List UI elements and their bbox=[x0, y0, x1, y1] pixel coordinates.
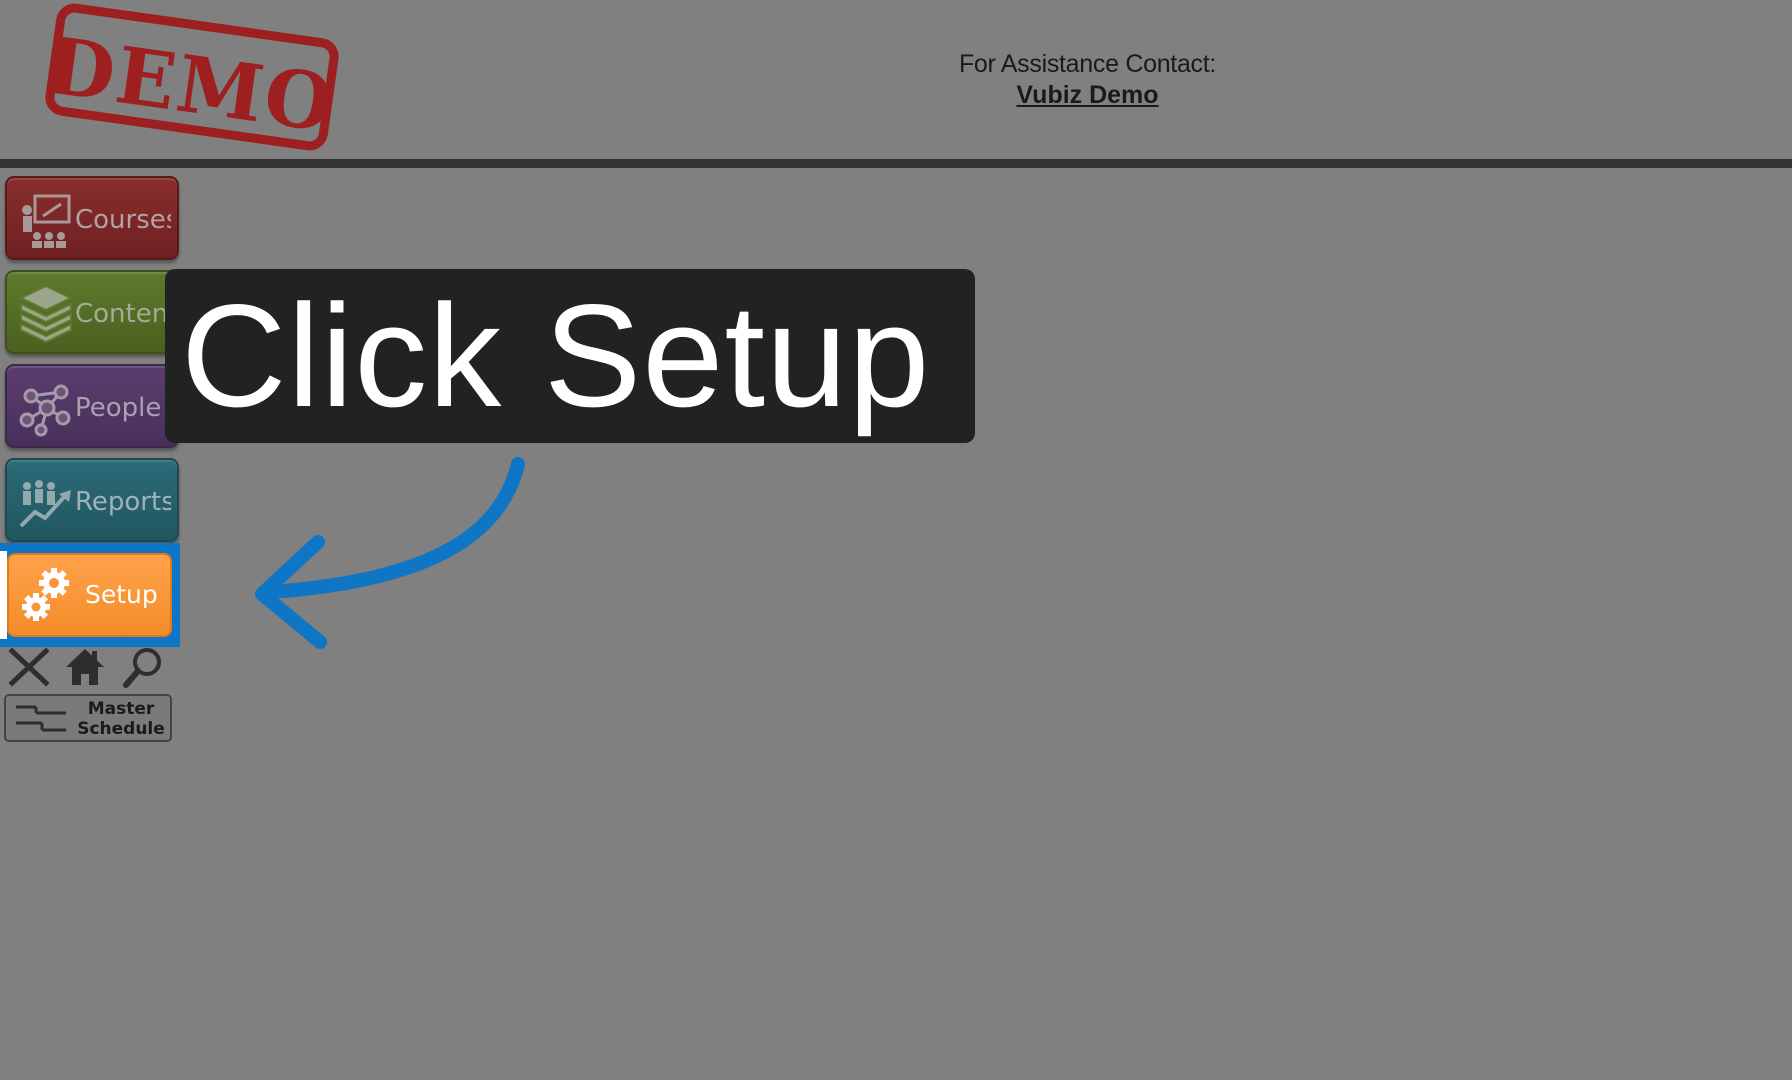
nav-reports-button[interactable]: Reports bbox=[5, 458, 179, 542]
highlight-inner-edge bbox=[0, 551, 7, 639]
gears-icon bbox=[22, 568, 69, 621]
nav-content-label: Content bbox=[75, 299, 171, 329]
nav-content-button[interactable]: Content bbox=[5, 270, 179, 354]
header-divider bbox=[0, 159, 1792, 168]
app-window: DEMO For Assistance Contact: Vubiz Demo bbox=[0, 0, 1792, 1080]
nav-people-label: People bbox=[75, 393, 162, 423]
assistance-contact: For Assistance Contact: Vubiz Demo bbox=[890, 50, 1285, 110]
network-icon bbox=[19, 384, 71, 437]
instruction-text: Click Setup bbox=[181, 274, 931, 437]
demo-logo: DEMO bbox=[44, 3, 340, 151]
schedule-bars-icon bbox=[16, 705, 66, 732]
search-icon[interactable] bbox=[120, 645, 166, 689]
master-schedule-label: Master Schedule bbox=[72, 699, 170, 739]
stack-icon bbox=[18, 284, 74, 344]
instruction-tooltip: Click Setup bbox=[165, 269, 975, 443]
assistance-label: For Assistance Contact: bbox=[958, 50, 1217, 78]
curved-arrow-icon bbox=[255, 457, 525, 649]
nav-setup-button[interactable]: Setup bbox=[7, 553, 172, 637]
nav-setup-label: Setup bbox=[85, 580, 158, 609]
header: DEMO For Assistance Contact: Vubiz Demo bbox=[0, 0, 1792, 159]
master-schedule-line2: Schedule bbox=[77, 719, 165, 739]
nav-reports-label: Reports bbox=[75, 487, 171, 517]
nav-courses-button[interactable]: Courses bbox=[5, 176, 179, 260]
presentation-icon bbox=[22, 194, 71, 248]
close-icon[interactable] bbox=[6, 645, 52, 689]
chart-people-icon bbox=[19, 480, 71, 528]
master-schedule-button[interactable]: Master Schedule bbox=[4, 694, 172, 742]
master-schedule-line1: Master bbox=[87, 699, 155, 719]
home-icon[interactable] bbox=[62, 645, 108, 689]
nav-courses-label: Courses bbox=[75, 205, 171, 235]
nav-people-button[interactable]: People bbox=[5, 364, 179, 448]
assistance-contact-link[interactable]: Vubiz Demo bbox=[890, 81, 1285, 110]
